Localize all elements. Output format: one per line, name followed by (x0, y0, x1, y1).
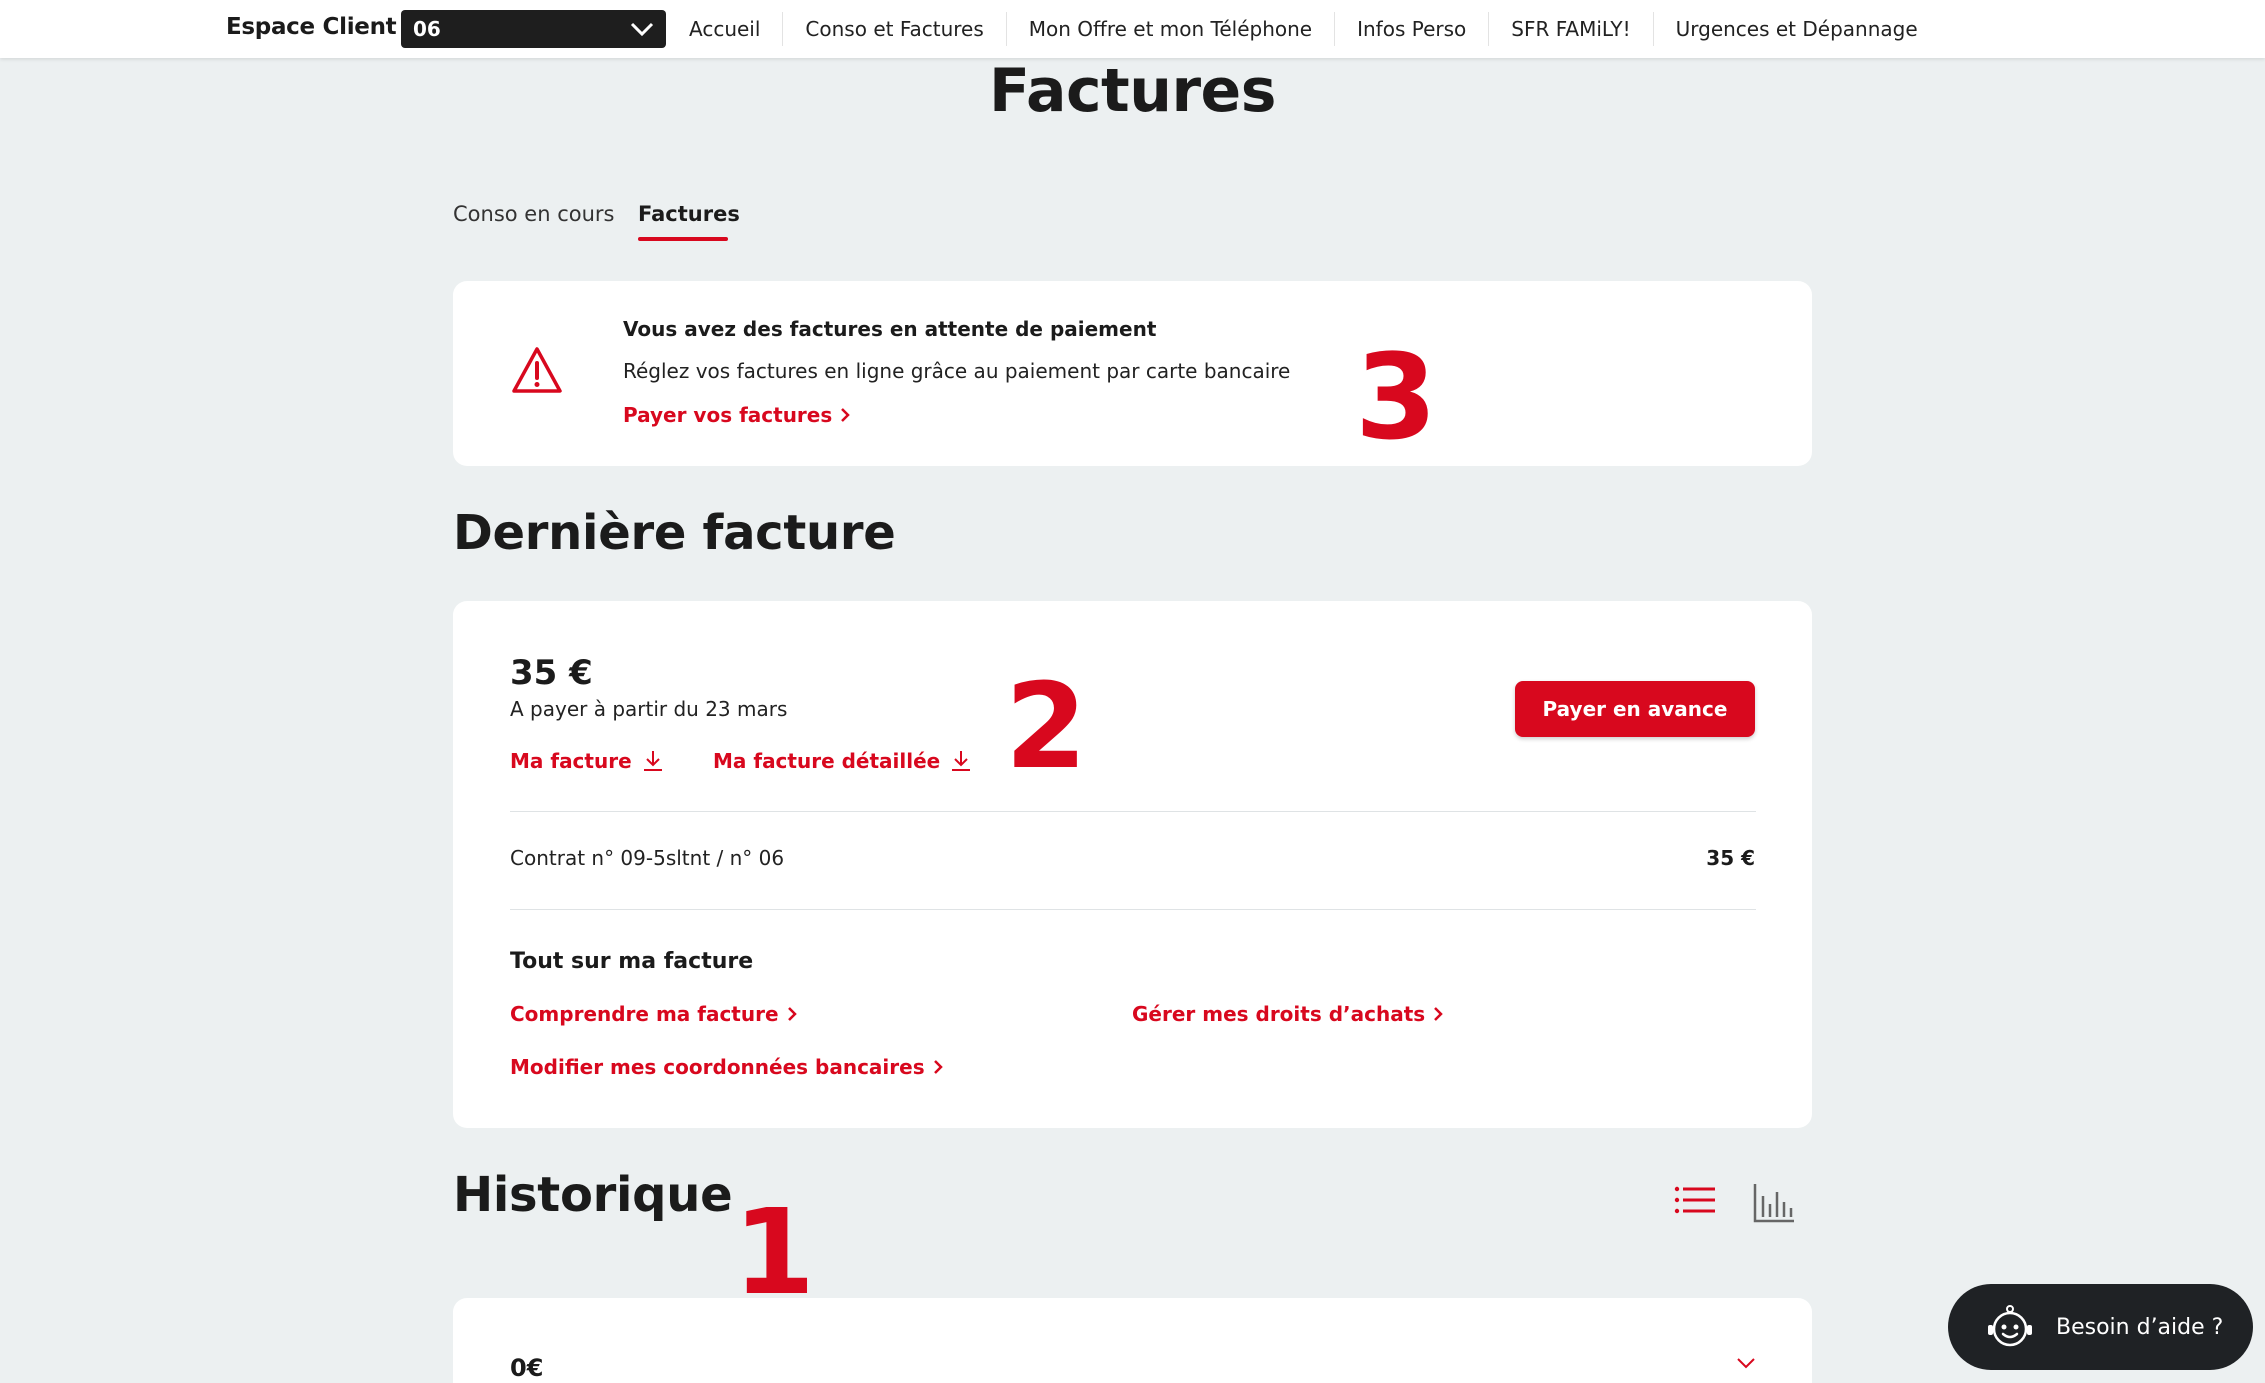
pay-invoices-link[interactable]: Payer vos factures (623, 403, 851, 427)
page-title: Factures (989, 56, 1276, 126)
bar-chart-view-icon[interactable] (1752, 1182, 1796, 1224)
warning-triangle-icon (512, 347, 562, 393)
tab-factures[interactable]: Factures (638, 202, 740, 226)
line-selector[interactable]: 06 (401, 10, 666, 48)
manage-purchase-rights-link[interactable]: Gérer mes droits d’achats (1132, 1002, 1443, 1026)
nav-link-sfr-family[interactable]: SFR FAMiLY! (1488, 12, 1652, 46)
brand-title[interactable]: Espace Client (226, 14, 397, 40)
help-button[interactable]: Besoin d’aide ? (1948, 1284, 2253, 1370)
nav-link-accueil[interactable]: Accueil (667, 12, 782, 46)
contract-amount: 35 € (1706, 846, 1755, 870)
list-view-icon[interactable] (1673, 1183, 1717, 1217)
edit-bank-details-label: Modifier mes coordonnées bancaires (510, 1055, 925, 1079)
divider (510, 811, 1756, 812)
invoice-due-date: A payer à partir du 23 mars (510, 697, 788, 721)
top-navigation: Espace Client 06 Accueil Conso et Factur… (0, 0, 2265, 58)
download-invoice-label: Ma facture (510, 749, 632, 773)
divider (510, 909, 1756, 910)
invoice-amount: 35 € (510, 653, 593, 693)
download-icon (643, 751, 662, 771)
line-selector-value: 06 (413, 17, 441, 41)
derniere-facture-title: Dernière facture (453, 505, 896, 561)
nav-link-infos-perso[interactable]: Infos Perso (1334, 12, 1488, 46)
chevron-right-icon (933, 1060, 943, 1074)
chevron-down-icon[interactable] (1736, 1356, 1756, 1370)
historique-title: Historique (453, 1167, 733, 1223)
chevron-down-icon (630, 22, 654, 37)
nav-link-conso-factures[interactable]: Conso et Factures (782, 12, 1005, 46)
download-icon (952, 751, 971, 771)
annotation-number-3: 3 (1355, 328, 1438, 466)
pay-in-advance-button[interactable]: Payer en avance (1515, 681, 1755, 737)
download-detailed-invoice-link[interactable]: Ma facture détaillée (713, 749, 972, 773)
pay-invoices-label: Payer vos factures (623, 403, 833, 427)
understand-invoice-link[interactable]: Comprendre ma facture (510, 1002, 797, 1026)
help-label: Besoin d’aide ? (2056, 1314, 2224, 1340)
alert-title: Vous avez des factures en attente de pai… (623, 317, 1157, 341)
chevron-right-icon (1434, 1007, 1443, 1021)
chevron-right-icon (787, 1007, 797, 1021)
contract-label: Contrat n° 09-5sltnt / n° 06 (510, 846, 785, 870)
understand-invoice-label: Comprendre ma facture (510, 1002, 779, 1026)
history-item-amount: 0€ (510, 1354, 544, 1382)
latest-invoice-card: 35 € A payer à partir du 23 mars Ma fact… (453, 601, 1812, 1128)
tab-conso-en-cours[interactable]: Conso en cours (453, 202, 614, 226)
nav-link-urgences[interactable]: Urgences et Dépannage (1652, 12, 1940, 46)
edit-bank-details-link[interactable]: Modifier mes coordonnées bancaires (510, 1055, 943, 1079)
alert-text: Réglez vos factures en ligne grâce au pa… (623, 359, 1291, 383)
payment-alert-card: Vous avez des factures en attente de pai… (453, 281, 1812, 466)
tout-sur-ma-facture-title: Tout sur ma facture (510, 949, 754, 974)
download-invoice-link[interactable]: Ma facture (510, 749, 664, 773)
manage-purchase-rights-label: Gérer mes droits d’achats (1132, 1002, 1426, 1026)
download-detailed-invoice-label: Ma facture détaillée (713, 749, 941, 773)
history-item-card[interactable]: 0€ (453, 1298, 1812, 1383)
annotation-number-1: 1 (733, 1183, 816, 1321)
nav-link-offre-telephone[interactable]: Mon Offre et mon Téléphone (1005, 12, 1334, 46)
annotation-number-2: 2 (1005, 657, 1088, 795)
chevron-right-icon (841, 408, 851, 422)
chatbot-icon (1988, 1305, 2032, 1347)
nav-links: Accueil Conso et Factures Mon Offre et m… (667, 0, 1940, 58)
active-tab-indicator (638, 237, 728, 241)
